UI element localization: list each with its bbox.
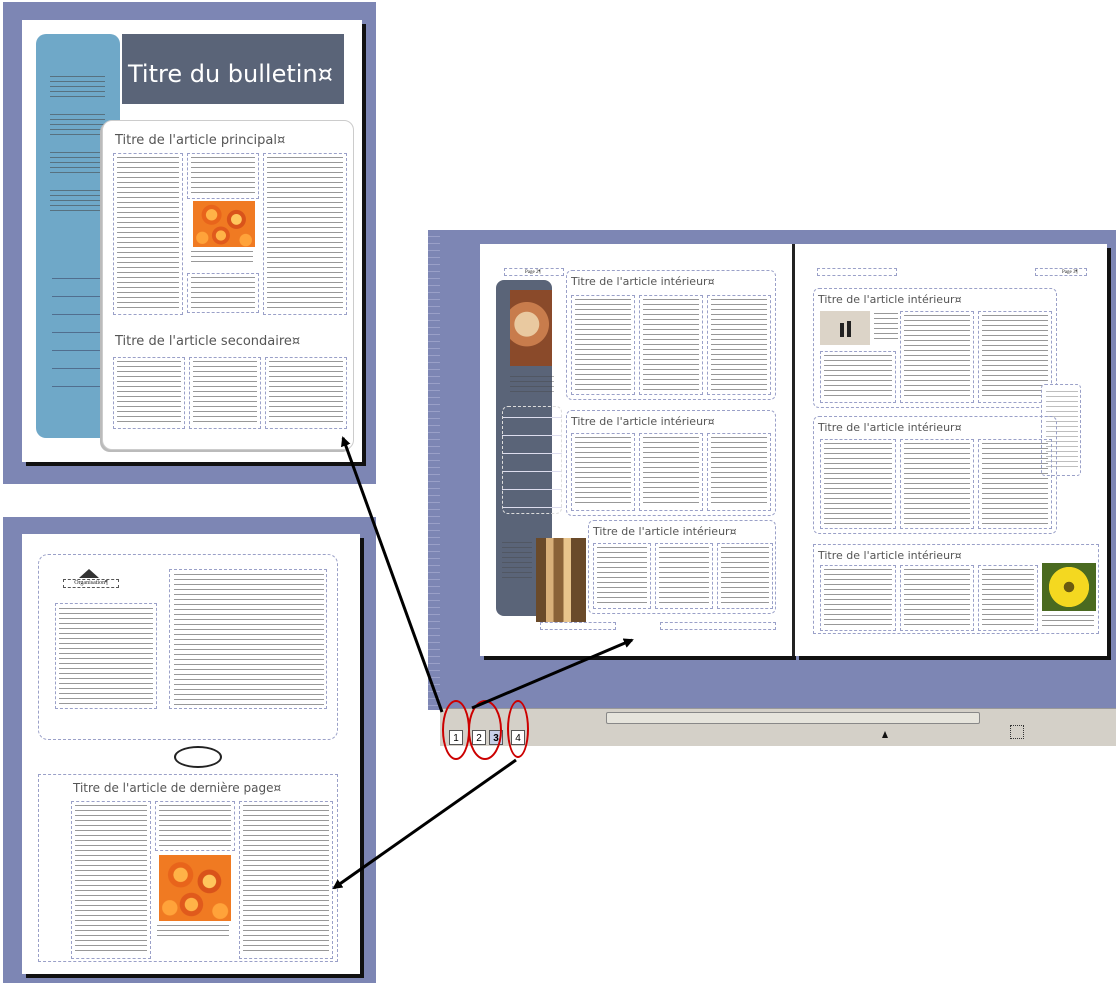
arrow-to-spread bbox=[471, 638, 634, 710]
arrow-to-page1 bbox=[341, 436, 444, 713]
arrow-to-page4 bbox=[332, 758, 517, 890]
arrows-overlay bbox=[332, 436, 634, 890]
